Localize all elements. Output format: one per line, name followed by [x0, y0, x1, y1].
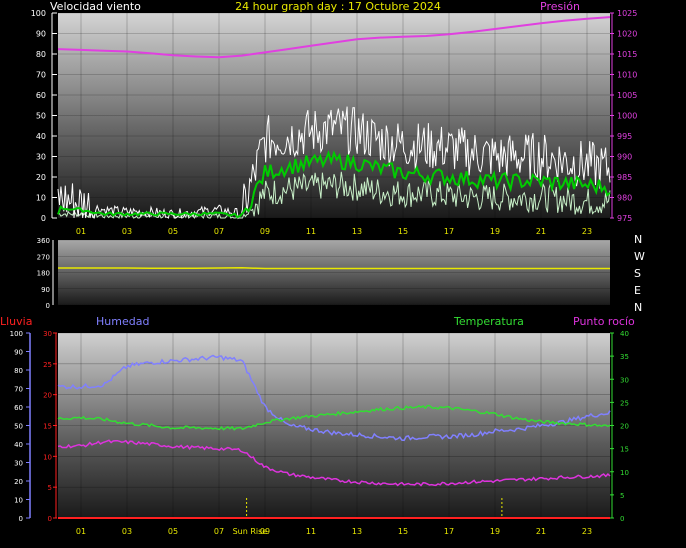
temperature-tick-label: 15	[620, 446, 629, 454]
rain-tick-label: 30	[43, 330, 52, 338]
compass-letter: N	[634, 233, 642, 246]
x-tick-label: 23	[582, 527, 592, 536]
y-right-tick-label: 985	[617, 173, 632, 182]
rain-tick-label: 0	[48, 515, 52, 523]
direction-tick-label: 180	[37, 270, 50, 278]
wind-speed-label: Velocidad viento	[50, 0, 141, 13]
rain-tick-label: 10	[43, 453, 52, 461]
y-left-tick-label: 20	[36, 173, 46, 182]
rain-label: Lluvia	[0, 315, 32, 328]
y-left-tick-label: 80	[36, 50, 46, 59]
y-left-tick-label: 50	[36, 112, 46, 121]
x-tick-label: 07	[214, 527, 224, 536]
humidity-tick-label: 40	[14, 441, 23, 449]
humidity-tick-label: 60	[14, 404, 23, 412]
x-tick-label: 05	[168, 227, 178, 236]
x-tick-label: 01	[76, 527, 86, 536]
weather-graph-page: Velocidad viento 24 hour graph day : 17 …	[0, 0, 686, 543]
dewpoint-label: Punto rocío	[573, 315, 635, 328]
direction-tick-label: 270	[37, 253, 50, 261]
humidity-tick-label: 100	[10, 330, 23, 338]
temperature-tick-label: 5	[620, 492, 624, 500]
y-left-tick-label: 70	[36, 71, 46, 80]
x-tick-label: 21	[536, 227, 546, 236]
y-right-tick-label: 1000	[617, 112, 637, 121]
temperature-label: Temperatura	[453, 315, 524, 328]
humidity-tick-label: 0	[19, 515, 23, 523]
direction-tick-label: 0	[46, 302, 50, 310]
wind-direction-line	[58, 267, 610, 270]
humidity-tick-label: 70	[14, 386, 23, 394]
x-tick-label: 19	[490, 527, 500, 536]
y-left-tick-label: 10	[36, 194, 46, 203]
y-right-tick-label: 995	[617, 132, 632, 141]
y-left-tick-label: 40	[36, 132, 46, 141]
humidity-tick-label: 30	[14, 460, 23, 468]
humidity-tick-label: 80	[14, 367, 23, 375]
compass-letter: N	[634, 301, 642, 314]
x-tick-label: 09	[260, 227, 270, 236]
y-right-tick-label: 1005	[617, 91, 637, 100]
direction-tick-label: 90	[41, 286, 50, 294]
x-tick-label: 23	[582, 227, 592, 236]
temperature-tick-label: 40	[620, 330, 629, 338]
y-left-tick-label: 60	[36, 91, 46, 100]
y-left-tick-label: 100	[31, 9, 46, 18]
rain-tick-label: 5	[48, 484, 52, 492]
x-tick-label: 17	[444, 527, 454, 536]
y-right-tick-label: 1010	[617, 71, 637, 80]
compass-letter: W	[634, 250, 645, 263]
temperature-tick-label: 10	[620, 469, 629, 477]
x-tick-label: 13	[352, 227, 362, 236]
rain-tick-label: 20	[43, 392, 52, 400]
y-left-tick-label: 30	[36, 153, 46, 162]
temperature-tick-label: 25	[620, 399, 629, 407]
x-tick-label: 19	[490, 227, 500, 236]
y-right-tick-label: 990	[617, 153, 632, 162]
y-left-tick-label: 0	[41, 214, 46, 223]
sunrise-label: Sun Rise	[233, 527, 268, 536]
temperature-tick-label: 30	[620, 376, 629, 384]
x-tick-label: 05	[168, 527, 178, 536]
x-tick-label: 13	[352, 527, 362, 536]
x-tick-label: 03	[122, 527, 132, 536]
chart-title: 24 hour graph day : 17 Octubre 2024	[235, 0, 441, 13]
humidity-tick-label: 20	[14, 478, 23, 486]
y-right-tick-label: 1025	[617, 9, 637, 18]
humidity-tick-label: 90	[14, 349, 23, 357]
temperature-tick-label: 0	[620, 515, 624, 523]
x-tick-label: 21	[536, 527, 546, 536]
wind-direction-series	[58, 267, 610, 270]
temperature-tick-label: 35	[620, 353, 629, 361]
pressure-label: Presión	[540, 0, 580, 13]
compass-letter: S	[634, 267, 641, 280]
temperature-tick-label: 20	[620, 423, 629, 431]
x-tick-label: 17	[444, 227, 454, 236]
x-tick-label: 11	[306, 527, 316, 536]
humidity-tick-label: 10	[14, 497, 23, 505]
y-right-tick-label: 975	[617, 214, 632, 223]
rain-tick-label: 15	[43, 423, 52, 431]
x-tick-label: 01	[76, 227, 86, 236]
x-tick-label: 15	[398, 227, 408, 236]
compass-letter: E	[634, 284, 641, 297]
y-right-tick-label: 1020	[617, 30, 637, 39]
humidity-label: Humedad	[96, 315, 149, 328]
x-tick-label: 03	[122, 227, 132, 236]
x-tick-label: 15	[398, 527, 408, 536]
direction-tick-label: 360	[37, 237, 50, 245]
rain-tick-label: 25	[43, 361, 52, 369]
humidity-tick-label: 50	[14, 423, 23, 431]
y-right-tick-label: 1015	[617, 50, 637, 59]
x-tick-label: 11	[306, 227, 316, 236]
y-right-tick-label: 980	[617, 194, 632, 203]
y-left-tick-label: 90	[36, 30, 46, 39]
x-tick-label: 07	[214, 227, 224, 236]
weather-chart-svg: Velocidad viento 24 hour graph day : 17 …	[0, 0, 645, 536]
